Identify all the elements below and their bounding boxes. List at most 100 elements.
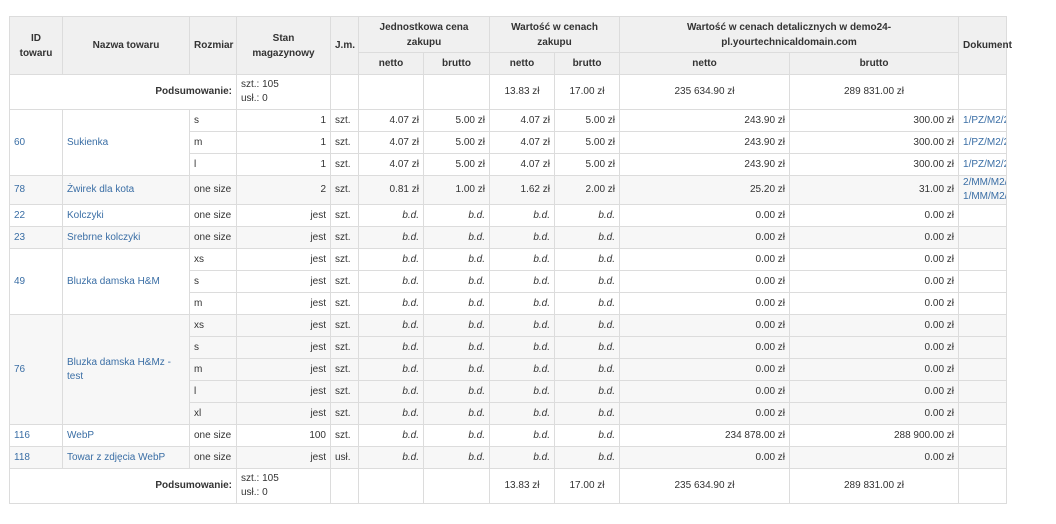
- purchase-brutto-cell: b.d.: [553, 248, 621, 271]
- document-cell: [958, 204, 1008, 227]
- size-cell: m: [189, 292, 237, 315]
- col-header-unit-price-netto: netto: [358, 52, 424, 75]
- product-name-link[interactable]: Bluzka damska H&M: [62, 248, 190, 315]
- product-name-link[interactable]: Bluzka damska H&Mz - test: [62, 314, 190, 425]
- purchase-brutto-cell: 5.00 zł: [553, 109, 621, 132]
- unit-cell: szt.: [330, 314, 359, 337]
- document-cell: [958, 292, 1008, 315]
- summary-label: Podsumowanie:: [9, 468, 237, 504]
- unit-price-brutto-cell: b.d.: [423, 248, 490, 271]
- retail-brutto-cell: 31.00 zł: [789, 175, 960, 205]
- unit-price-netto-cell: 4.07 zł: [358, 109, 424, 132]
- unit-price-brutto-cell: b.d.: [423, 204, 490, 227]
- document-link[interactable]: 2/MM/M2/2022: [963, 177, 1006, 188]
- product-name-link[interactable]: Srebrne kolczyki: [62, 226, 190, 249]
- col-header-stock: Stan magazynowy: [236, 16, 331, 75]
- stock-cell: jest: [236, 270, 331, 293]
- table-row: 78 Żwirek dla kota one size 2 szt. 0.81 zł 1.0…: [9, 175, 1008, 205]
- product-id-link[interactable]: 22: [9, 204, 63, 227]
- retail-brutto-cell: 300.00 zł: [789, 153, 960, 176]
- purchase-netto-cell: b.d.: [489, 204, 555, 227]
- product-name-link[interactable]: WebP: [62, 424, 190, 447]
- retail-brutto-cell: 288 900.00 zł: [789, 424, 960, 447]
- unit-price-netto-cell: b.d.: [358, 204, 424, 227]
- product-id-link[interactable]: 60: [9, 109, 63, 176]
- unit-price-brutto-cell: b.d.: [423, 380, 490, 403]
- stock-cell: jest: [236, 380, 331, 403]
- product-name-link[interactable]: Towar z zdjęcia WebP: [62, 446, 190, 469]
- summary-empty-upn: [358, 74, 424, 110]
- retail-brutto-cell: 0.00 zł: [789, 446, 960, 469]
- stock-cell: 1: [236, 153, 331, 176]
- summary-purchase-brutto: 17.00 zł: [553, 74, 621, 110]
- size-cell: one size: [189, 424, 237, 447]
- unit-price-netto-cell: 0.81 zł: [358, 175, 424, 205]
- stock-cell: jest: [236, 292, 331, 315]
- stock-cell: 1: [236, 131, 331, 154]
- table-row: 60 Sukienka s 1 szt. 4.07 zł 5.00 zł 4.07 zł 5.0…: [9, 109, 1008, 176]
- purchase-brutto-cell: 5.00 zł: [553, 131, 621, 154]
- summary-label: Podsumowanie:: [9, 74, 237, 110]
- retail-netto-cell: 0.00 zł: [619, 358, 791, 381]
- summary-retail-netto: 235 634.90 zł: [619, 468, 791, 504]
- size-cell: one size: [189, 226, 237, 249]
- summary-stock-services: usł.: 0: [241, 487, 268, 498]
- stock-cell: jest: [236, 248, 331, 271]
- purchase-netto-cell: b.d.: [489, 226, 555, 249]
- document-link[interactable]: 1/MM/M2/2023: [963, 191, 1006, 202]
- summary-empty-unit: [330, 468, 359, 504]
- size-cell: one size: [189, 204, 237, 227]
- size-cell: one size: [189, 175, 237, 205]
- unit-price-netto-cell: b.d.: [358, 248, 424, 271]
- document-link[interactable]: 1/PZ/M2/2024: [963, 115, 1006, 126]
- retail-brutto-cell: 0.00 zł: [789, 358, 960, 381]
- unit-cell: szt.: [330, 358, 359, 381]
- product-id-link[interactable]: 116: [9, 424, 63, 447]
- unit-cell: szt.: [330, 248, 359, 271]
- purchase-brutto-cell: b.d.: [553, 314, 621, 337]
- document-link[interactable]: 1/PZ/M2/2024: [963, 137, 1006, 148]
- product-id-link[interactable]: 78: [9, 175, 63, 205]
- product-name-link[interactable]: Sukienka: [62, 109, 190, 176]
- inventory-report: ID towaru Nazwa towaru Rozmiar Stan maga…: [9, 16, 1012, 504]
- document-cell: 1/PZ/M2/2024: [958, 109, 1008, 132]
- unit-cell: szt.: [330, 270, 359, 293]
- purchase-netto-cell: 1.62 zł: [489, 175, 555, 205]
- document-cell: [958, 446, 1008, 469]
- purchase-brutto-cell: b.d.: [553, 424, 621, 447]
- purchase-netto-cell: 4.07 zł: [489, 109, 555, 132]
- product-id-link[interactable]: 23: [9, 226, 63, 249]
- summary-stock: szt.: 105 usł.: 0: [236, 74, 331, 110]
- unit-price-netto-cell: b.d.: [358, 270, 424, 293]
- unit-price-netto-cell: b.d.: [358, 314, 424, 337]
- summary-stock-pcs: szt.: 105: [241, 79, 279, 90]
- size-cell: xs: [189, 248, 237, 271]
- unit-price-netto-cell: b.d.: [358, 446, 424, 469]
- table-row: 118 Towar z zdjęcia WebP one size jest usł. b…: [9, 446, 1008, 469]
- document-link[interactable]: 1/PZ/M2/2024: [963, 159, 1006, 170]
- purchase-netto-cell: b.d.: [489, 292, 555, 315]
- purchase-netto-cell: 4.07 zł: [489, 131, 555, 154]
- product-id-link[interactable]: 49: [9, 248, 63, 315]
- stock-cell: 2: [236, 175, 331, 205]
- product-name-link[interactable]: Kolczyki: [62, 204, 190, 227]
- stock-cell: jest: [236, 226, 331, 249]
- retail-netto-cell: 0.00 zł: [619, 446, 791, 469]
- size-cell: m: [189, 131, 237, 154]
- document-cell: [958, 358, 1008, 381]
- unit-cell: szt.: [330, 153, 359, 176]
- purchase-brutto-cell: b.d.: [553, 336, 621, 359]
- col-header-unit: J.m.: [330, 16, 359, 75]
- summary-stock: szt.: 105 usł.: 0: [236, 468, 331, 504]
- product-id-link[interactable]: 118: [9, 446, 63, 469]
- stock-cell: 1: [236, 109, 331, 132]
- retail-brutto-cell: 0.00 zł: [789, 402, 960, 425]
- product-id-link[interactable]: 76: [9, 314, 63, 425]
- retail-brutto-cell: 0.00 zł: [789, 292, 960, 315]
- size-cell: l: [189, 153, 237, 176]
- summary-retail-brutto: 289 831.00 zł: [789, 468, 960, 504]
- purchase-brutto-cell: b.d.: [553, 380, 621, 403]
- retail-netto-cell: 0.00 zł: [619, 380, 791, 403]
- product-name-link[interactable]: Żwirek dla kota: [62, 175, 190, 205]
- summary-empty-doc: [958, 74, 1008, 110]
